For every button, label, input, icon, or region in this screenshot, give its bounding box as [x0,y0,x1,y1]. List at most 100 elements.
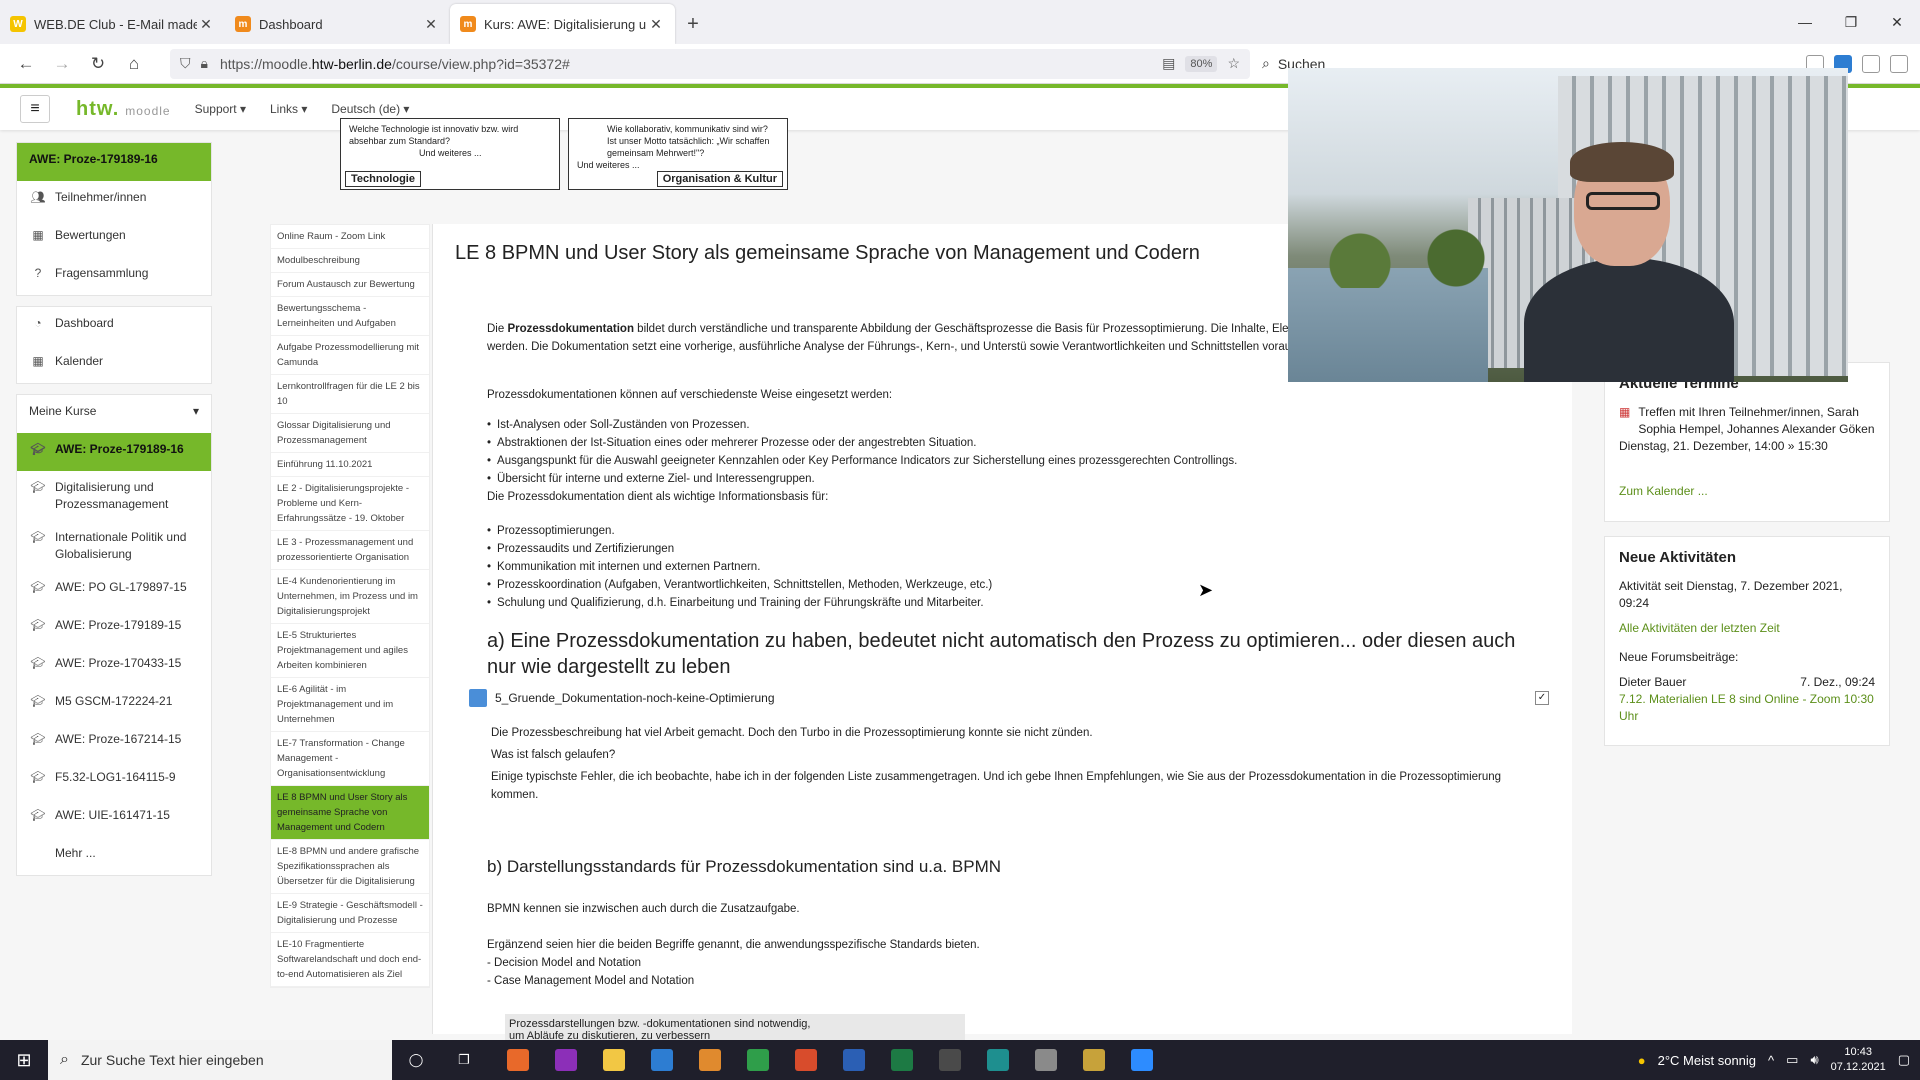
section-nav-item[interactable]: LE-8 BPMN und andere grafische Spezifika… [271,840,429,894]
task-view-icon[interactable]: ❐ [440,1040,488,1080]
section-nav-item[interactable]: LE 2 - Digitalisierungsprojekte - Proble… [271,477,429,531]
drawer-course-item[interactable]: 🎓︎ M5 GSCM-172224-21 [17,685,211,723]
weather-text[interactable]: 2°C Meist sonnig [1658,1053,1756,1068]
drawer-course-item[interactable]: 🎓︎ AWE: Proze-167214-15 [17,723,211,761]
graduation-cap-icon: 🎓︎ [30,580,46,594]
drawer-course-item[interactable]: 🎓︎ Digitalisierung und Prozessmanagement [17,471,211,521]
taskbar-app-icon[interactable] [926,1040,974,1080]
calendar-link[interactable]: Zum Kalender ... [1619,483,1875,500]
menu-links[interactable]: Links ▾ [270,102,307,116]
section-nav-item[interactable]: LE-5 Strukturiertes Projektmanagement un… [271,624,429,678]
drawer-item-participants[interactable]: 👥︎ Teilnehmer/innen [17,181,211,219]
header-images: Welche Technologie ist innovativ bzw. wi… [340,118,800,194]
section-nav-item[interactable]: Lernkontrollfragen für die LE 2 bis 10 [271,375,429,414]
taskbar-app-icon[interactable] [1070,1040,1118,1080]
drawer-more-link[interactable]: Mehr ... [17,837,211,875]
completion-checkbox[interactable]: ✓ [1535,691,1549,705]
close-tab-icon[interactable]: ✕ [422,16,440,33]
section-nav-item[interactable]: LE-9 Strategie - Geschäftsmodell - Digit… [271,894,429,933]
drawer-course-item[interactable]: 🎓︎ AWE: Proze-170433-15 [17,647,211,685]
section-nav-item[interactable]: LE-7 Transformation - Change Management … [271,732,429,786]
all-activity-link[interactable]: Alle Aktivitäten der letzten Zeit [1619,620,1875,637]
event-item[interactable]: ▦ Treffen mit Ihren Teilnehmer/innen, Sa… [1619,404,1875,438]
drawer-course-item[interactable]: 🎓︎ AWE: PO GL-179897-15 [17,571,211,609]
lock-icon: 🔒︎ [200,55,208,71]
menu-support[interactable]: Support ▾ [195,102,246,116]
close-window-button[interactable]: ✕ [1874,0,1920,44]
notification-icon[interactable]: ▢ [1898,1052,1910,1068]
taskbar-app-icon[interactable] [1118,1040,1166,1080]
minimize-button[interactable]: — [1782,0,1828,44]
htw-moodle-logo[interactable]: htw. moodle [76,98,171,121]
tray-chevron-icon[interactable]: ^ [1768,1053,1774,1068]
taskbar-app-icon[interactable] [686,1040,734,1080]
sidebar-icon[interactable] [1890,54,1908,73]
graduation-cap-icon: 🎓︎ [30,694,46,708]
taskbar-app-icon[interactable] [542,1040,590,1080]
mouse-cursor-icon: ➤ [1198,580,1214,600]
section-nav-item[interactable]: Glossar Digitalisierung und Prozessmanag… [271,414,429,453]
taskbar-app-icon[interactable] [974,1040,1022,1080]
library-icon[interactable] [1862,54,1880,73]
section-nav-item[interactable]: Aufgabe Prozessmodellierung mit Camunda [271,336,429,375]
taskbar-app-icon[interactable] [878,1040,926,1080]
drawer-item-question-bank[interactable]: ? Fragensammlung [17,257,211,295]
close-tab-icon[interactable]: ✕ [197,16,215,33]
reader-view-icon[interactable]: ▤ [1162,55,1175,72]
cortana-icon[interactable]: ◯ [392,1040,440,1080]
taskbar-app-icon[interactable] [590,1040,638,1080]
section-nav-item[interactable]: Online Raum - Zoom Link [271,225,429,249]
taskbar-app-icon[interactable] [1022,1040,1070,1080]
taskbar-app-icon[interactable] [734,1040,782,1080]
system-clock[interactable]: 10:43 07.12.2021 [1831,1045,1886,1075]
home-button[interactable]: ⌂ [116,48,152,80]
taskbar-app-icon[interactable] [494,1040,542,1080]
webde-favicon-icon: W [10,16,26,32]
close-tab-icon[interactable]: ✕ [647,16,665,33]
new-tab-button[interactable]: + [675,4,711,44]
section-nav-item[interactable]: Einführung 11.10.2021 [271,453,429,477]
taskbar-search-input[interactable]: ⌕ Zur Suche Text hier eingeben [48,1040,392,1080]
url-bar[interactable]: ⛉ 🔒︎ https://moodle.htw-berlin.de/course… [170,48,1250,79]
windows-start-button[interactable]: ⊞ [0,1040,48,1080]
section-nav-item[interactable]: LE-10 Fragmentierte Softwarelandschaft u… [271,933,429,987]
menu-toggle-button[interactable]: ≡ [20,95,50,123]
taskbar-app-icon[interactable] [830,1040,878,1080]
network-icon[interactable]: ▭ [1786,1052,1798,1068]
section-nav-item[interactable]: LE 3 - Prozessmanagement und prozessorie… [271,531,429,570]
drawer-item-dashboard[interactable]: ◔ Dashboard [17,307,211,345]
drawer-course-item[interactable]: 🎓︎ Internationale Politik und Globalisier… [17,521,211,571]
taskbar-app-icon[interactable] [638,1040,686,1080]
menu-language[interactable]: Deutsch (de) ▾ [331,102,409,116]
drawer-course-item[interactable]: 🎓︎ AWE: Proze-179189-16 [17,433,211,471]
drawer-item-calendar[interactable]: ▦ Kalender [17,345,211,383]
browser-tab-webde[interactable]: W WEB.DE Club - E-Mail made in ✕ [0,4,225,44]
bookmark-star-icon[interactable]: ☆ [1227,55,1240,72]
browser-tab-course[interactable]: m Kurs: AWE: Digitalisierung und ✕ [450,4,675,44]
drawer-course-short[interactable]: AWE: Proze-179189-16 [17,143,211,181]
my-courses-header[interactable]: Meine Kurse ▾ [17,395,211,433]
resource-link[interactable]: 5_Gruende_Dokumentation-noch-keine-Optim… [469,689,1549,707]
section-nav-item[interactable]: Modulbeschreibung [271,249,429,273]
zoom-level[interactable]: 80% [1185,55,1218,72]
section-nav-item[interactable]: LE-6 Agilität - im Projektmanagement und… [271,678,429,732]
volume-icon[interactable]: 🔊︎ [1810,1052,1818,1068]
forum-post-link[interactable]: 7.12. Materialien LE 8 sind Online - Zoo… [1619,691,1875,725]
drawer-course-item[interactable]: 🎓︎ AWE: UIE-161471-15 [17,799,211,837]
drawer-course-item[interactable]: 🎓︎ AWE: Proze-179189-15 [17,609,211,647]
reload-button[interactable]: ↻ [80,48,116,80]
section-nav-item[interactable]: Forum Austausch zur Bewertung [271,273,429,297]
section-nav-item[interactable]: Bewertungsschema - Lerneinheiten und Auf… [271,297,429,336]
drawer-course-item[interactable]: 🎓︎ F5.32-LOG1-164115-9 [17,761,211,799]
forward-button[interactable]: → [44,48,80,80]
tab-title: Dashboard [259,16,323,32]
graduation-cap-icon: 🎓︎ [30,480,46,494]
taskbar-app-icon[interactable] [782,1040,830,1080]
section-nav-item[interactable]: LE-4 Kundenorientierung im Unternehmen, … [271,570,429,624]
restore-button[interactable]: ❐ [1828,0,1874,44]
drawer-item-grades[interactable]: ▦ Bewertungen [17,219,211,257]
browser-tab-dashboard[interactable]: m Dashboard ✕ [225,4,450,44]
back-button[interactable]: ← [8,48,44,80]
section-nav-item[interactable]: LE 8 BPMN und User Story als gemeinsame … [271,786,429,840]
windows-taskbar: ⊞ ⌕ Zur Suche Text hier eingeben ◯ ❐ ● 2… [0,1040,1920,1080]
